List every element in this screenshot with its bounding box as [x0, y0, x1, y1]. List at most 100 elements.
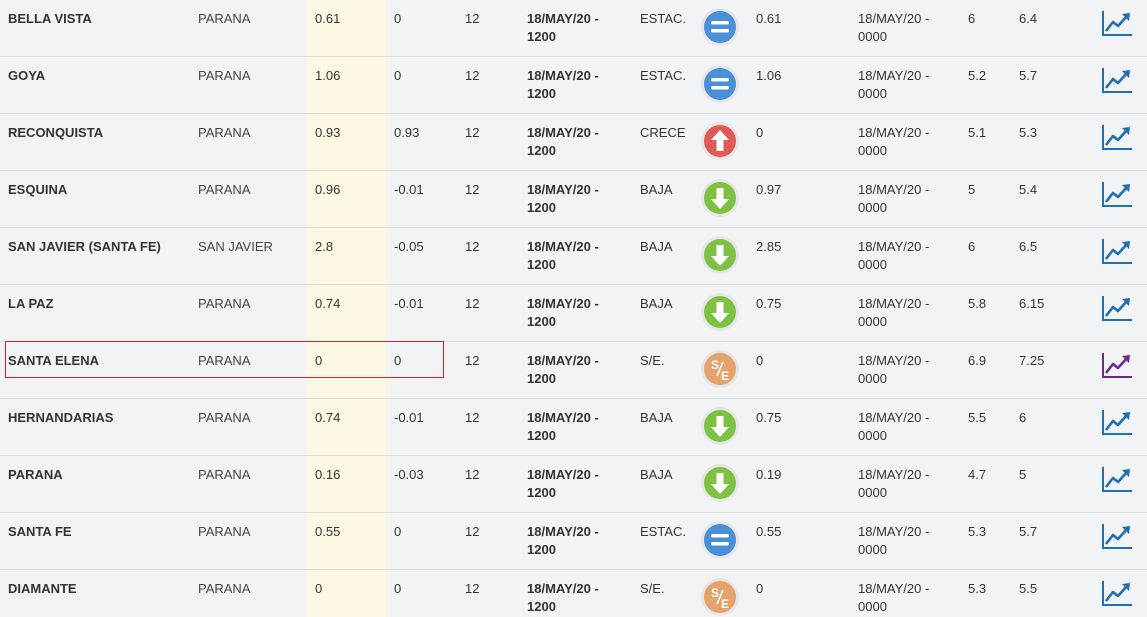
line-chart-icon[interactable] [1101, 522, 1133, 550]
row-evacuation-level: 7.25 [1019, 353, 1045, 368]
equals-icon [700, 7, 740, 47]
row-evacuation-level: 5.3 [1019, 125, 1038, 140]
row-period: 12 [465, 182, 480, 197]
line-chart-icon[interactable] [1101, 9, 1133, 37]
row-level: 0.16 [315, 467, 341, 482]
line-chart-icon[interactable] [1101, 351, 1133, 379]
table-row[interactable]: LA PAZ PARANA 0.74 -0.01 12 18/MAY/20 - 1200 B… [0, 285, 1147, 342]
row-alert-level: 6.9 [968, 353, 987, 368]
row-station-name: HERNANDARIAS [8, 410, 114, 425]
row-evacuation-level: 5.7 [1019, 68, 1038, 83]
table-row[interactable]: BELLA VISTA PARANA 0.61 0 12 18/MAY/20 - 1200… [0, 0, 1147, 57]
se-icon: SE [700, 349, 740, 389]
table-row[interactable]: RECONQUISTA PARANA 0.93 0.93 12 18/MAY/20 - 1… [0, 114, 1147, 171]
row-variation: 0 [394, 581, 402, 596]
line-chart-icon[interactable] [1101, 294, 1133, 322]
table-row[interactable]: ESQUINA PARANA 0.96 -0.01 12 18/MAY/20 - 1200… [0, 171, 1147, 228]
line-chart-icon[interactable] [1101, 237, 1133, 265]
arrow-down-icon [700, 406, 740, 446]
arrow-down-icon [700, 178, 740, 218]
table-row[interactable]: SAN JAVIER (SANTA FE) SAN JAVIER 2.8 -0.05 1… [0, 228, 1147, 285]
row-previous-date: 18/MAY/20 - 0000 [858, 182, 930, 215]
row-date: 18/MAY/20 - 1200 [527, 353, 599, 386]
table-row[interactable]: PARANA PARANA 0.16 -0.03 12 18/MAY/20 - 1200 B… [0, 456, 1147, 513]
row-trend: BAJA [640, 296, 673, 311]
row-previous-date: 18/MAY/20 - 0000 [858, 125, 930, 158]
row-river: PARANA [198, 11, 251, 26]
row-trend: ESTAC. [640, 68, 686, 83]
row-alert-level: 5.3 [968, 524, 987, 539]
table-row[interactable]: SANTA FE PARANA 0.55 0 12 18/MAY/20 - 1200 EST… [0, 513, 1147, 570]
row-date: 18/MAY/20 - 1200 [527, 410, 599, 443]
svg-text:S: S [711, 358, 719, 372]
row-level: 0.93 [315, 125, 341, 140]
row-river: PARANA [198, 182, 251, 197]
row-date: 18/MAY/20 - 1200 [527, 239, 599, 272]
row-river: SAN JAVIER [198, 239, 273, 254]
row-trend: ESTAC. [640, 524, 686, 539]
row-alert-level: 5.5 [968, 410, 987, 425]
row-evacuation-level: 5.5 [1019, 581, 1038, 596]
line-chart-icon[interactable] [1101, 579, 1133, 607]
row-river: PARANA [198, 524, 251, 539]
svg-text:E: E [721, 597, 729, 611]
row-period: 12 [465, 68, 480, 83]
table-row[interactable]: HERNANDARIAS PARANA 0.74 -0.01 12 18/MAY/20 -… [0, 399, 1147, 456]
river-levels-table: BELLA VISTA PARANA 0.61 0 12 18/MAY/20 - 1200… [0, 0, 1147, 617]
row-alert-level: 5.3 [968, 581, 987, 596]
line-chart-icon[interactable] [1101, 123, 1133, 151]
row-period: 12 [465, 11, 480, 26]
row-level: 2.8 [315, 239, 334, 254]
row-period: 12 [465, 410, 480, 425]
row-evacuation-level: 6 [1019, 410, 1027, 425]
row-trend: S/E. [640, 353, 665, 368]
row-station-name: RECONQUISTA [8, 125, 104, 140]
row-evacuation-level: 5.4 [1019, 182, 1038, 197]
table-row[interactable]: SANTA ELENA PARANA 0 0 12 18/MAY/20 - 1200 S/E… [0, 342, 1147, 399]
row-period: 12 [465, 467, 480, 482]
svg-text:S: S [711, 586, 719, 600]
row-level: 0 [315, 581, 323, 596]
row-period: 12 [465, 524, 480, 539]
row-date: 18/MAY/20 - 1200 [527, 467, 599, 500]
row-date: 18/MAY/20 - 1200 [527, 68, 599, 101]
row-evacuation-level: 5.7 [1019, 524, 1038, 539]
row-trend: BAJA [640, 239, 673, 254]
row-alert-level: 5.2 [968, 68, 987, 83]
line-chart-icon[interactable] [1101, 465, 1133, 493]
row-variation: -0.01 [394, 182, 424, 197]
line-chart-icon[interactable] [1101, 180, 1133, 208]
table-row[interactable]: DIAMANTE PARANA 0 0 12 18/MAY/20 - 1200 S/E. 0 1… [0, 570, 1147, 617]
row-previous-date: 18/MAY/20 - 0000 [858, 467, 930, 500]
row-variation: -0.01 [394, 296, 424, 311]
row-trend: S/E. [640, 581, 665, 596]
row-period: 12 [465, 581, 480, 596]
svg-text:E: E [721, 369, 729, 383]
row-previous-level: 0 [756, 125, 764, 140]
equals-icon [700, 64, 740, 104]
row-previous-level: 0.97 [756, 182, 782, 197]
row-evacuation-level: 6.15 [1019, 296, 1045, 311]
row-river: PARANA [198, 581, 251, 596]
row-previous-level: 0.61 [756, 11, 782, 26]
row-alert-level: 5 [968, 182, 976, 197]
row-level: 0.61 [315, 11, 341, 26]
row-evacuation-level: 6.4 [1019, 11, 1038, 26]
table-row[interactable]: GOYA PARANA 1.06 0 12 18/MAY/20 - 1200 ESTAC. 1… [0, 57, 1147, 114]
row-date: 18/MAY/20 - 1200 [527, 11, 599, 44]
row-previous-level: 1.06 [756, 68, 782, 83]
row-alert-level: 6 [968, 11, 976, 26]
line-chart-icon[interactable] [1101, 66, 1133, 94]
row-station-name: LA PAZ [8, 296, 54, 311]
row-date: 18/MAY/20 - 1200 [527, 296, 599, 329]
row-date: 18/MAY/20 - 1200 [527, 125, 599, 158]
row-evacuation-level: 6.5 [1019, 239, 1038, 254]
line-chart-icon[interactable] [1101, 408, 1133, 436]
equals-icon [700, 520, 740, 560]
row-previous-level: 0 [756, 353, 764, 368]
row-date: 18/MAY/20 - 1200 [527, 524, 599, 557]
row-station-name: ESQUINA [8, 182, 68, 197]
row-alert-level: 5.8 [968, 296, 987, 311]
row-previous-level: 0.75 [756, 296, 782, 311]
row-previous-date: 18/MAY/20 - 0000 [858, 353, 930, 386]
